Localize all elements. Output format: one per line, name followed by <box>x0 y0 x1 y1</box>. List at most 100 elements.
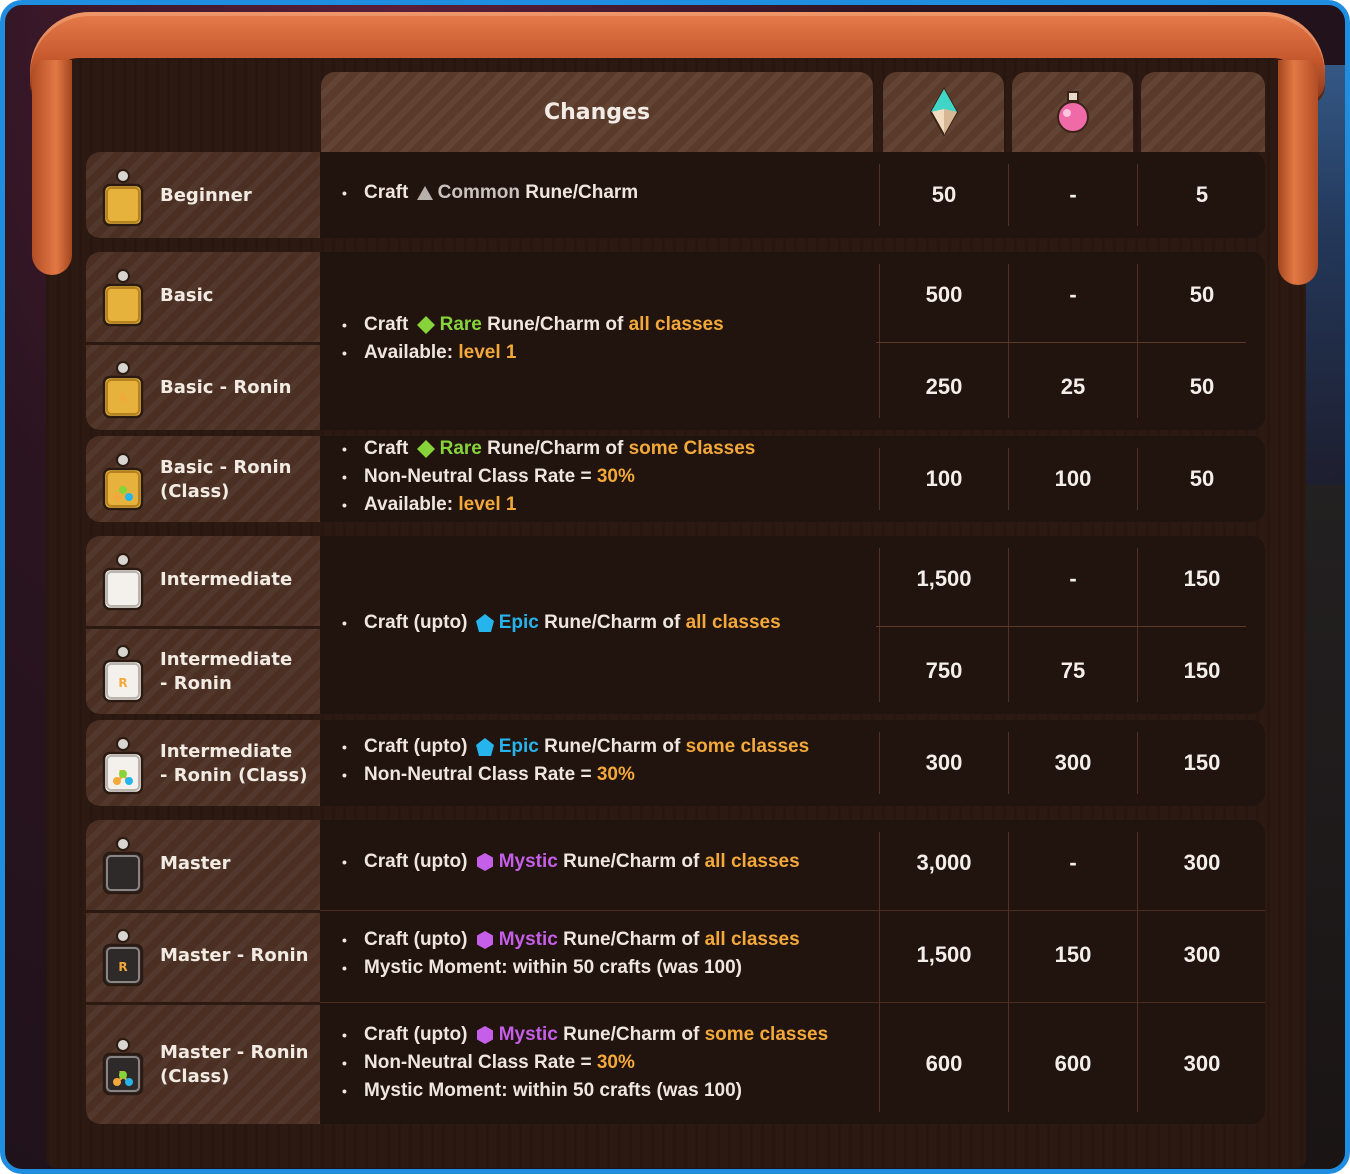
potion-cost: - <box>1069 182 1077 207</box>
pink-potion-icon <box>1056 91 1089 133</box>
change-text: 30% <box>596 764 635 785</box>
gem-cost: 1,500 <box>916 942 972 967</box>
change-text: Rune/Charm <box>519 182 639 203</box>
rank-section: R Intermediate - Ronin (Class) 300 300 150 Cr… <box>86 720 1265 806</box>
change-text: Craft <box>364 314 414 335</box>
change-text: Common <box>437 182 520 203</box>
gem-cost: 500 <box>925 282 963 307</box>
change-item: Craft (upto) Mystic Rune/Charm of some c… <box>342 1021 828 1049</box>
change-text: 30% <box>596 466 635 487</box>
potion-cost: - <box>1069 566 1077 591</box>
rank-divider <box>86 626 320 629</box>
change-item: Craft Rare Rune/Charm of all classes <box>342 311 724 339</box>
change-item: Non-Neutral Class Rate = 30% <box>342 761 809 789</box>
rank-divider <box>86 1002 320 1005</box>
change-text: Craft (upto) <box>364 851 473 872</box>
rank-row-label: R Intermediate - Ronin (Class) <box>86 720 320 806</box>
change-text: Rare <box>439 438 482 459</box>
change-item: Mystic Moment: within 50 crafts (was 100… <box>342 1077 828 1105</box>
exp-value: 50 <box>1189 374 1215 399</box>
rare-rarity-icon <box>416 439 435 458</box>
change-text: Epic <box>498 612 539 633</box>
exp-value: 150 <box>1183 566 1221 591</box>
changes-list: Craft Rare Rune/Charm of some ClassesNon… <box>342 436 755 519</box>
mystic-rarity-icon <box>476 852 493 871</box>
change-text: Epic <box>498 736 539 757</box>
rank-name: Basic - Ronin (Class) <box>160 457 292 502</box>
changes-list: Craft (upto) Epic Rune/Charm of some cla… <box>342 733 809 789</box>
rank-name: Intermediate - Ronin (Class) <box>160 741 308 786</box>
potion-cost: 100 <box>1054 466 1092 491</box>
change-item: Craft (upto) Epic Rune/Charm of some cla… <box>342 733 809 761</box>
rank-badge-icon: R <box>98 359 148 421</box>
rank-name: Basic - Ronin <box>160 377 292 398</box>
epic-rarity-icon <box>475 737 494 756</box>
rank-badge-icon <box>98 551 148 613</box>
change-text: Mystic Moment: within 50 crafts (was 100… <box>364 1080 742 1101</box>
rank-divider <box>86 910 320 913</box>
changes-list: Craft (upto) Mystic Rune/Charm of all cl… <box>342 926 800 982</box>
rank-badge-icon <box>98 267 148 329</box>
rank-section: Intermediate 1,500 - 150 R Intermediate - Ron… <box>86 536 1265 714</box>
change-text: Craft (upto) <box>364 1024 473 1045</box>
potion-cost: 150 <box>1054 942 1092 967</box>
header-exp-column <box>1141 72 1265 152</box>
rank-badge-icon: R <box>98 643 148 705</box>
rank-row-label: R Master - Ronin (Class) <box>86 1004 320 1124</box>
change-text: Craft (upto) <box>364 612 473 633</box>
change-text: some Classes <box>628 438 756 459</box>
change-item: Mystic Moment: within 50 crafts (was 100… <box>342 954 800 982</box>
rank-section: R Basic - Ronin (Class) 100 100 50 Craft Rare… <box>86 436 1265 522</box>
svg-text:R: R <box>118 676 127 690</box>
mystic-rarity-icon <box>476 930 493 949</box>
change-text: Craft (upto) <box>364 929 473 950</box>
change-text: Mystic Moment: within 50 crafts (was 100… <box>364 957 742 978</box>
rank-badge-icon: R <box>98 735 148 797</box>
value-row-divider <box>876 342 1246 343</box>
change-text: Available: <box>364 494 459 515</box>
change-text: some classes <box>704 1024 829 1045</box>
header-potion-column <box>1012 72 1133 152</box>
rank-row-label: R Master - Ronin <box>86 912 320 1004</box>
change-item: Craft (upto) Epic Rune/Charm of all clas… <box>342 609 781 637</box>
change-text: Non-Neutral Class Rate = <box>364 764 597 785</box>
change-item: Craft (upto) Mystic Rune/Charm of all cl… <box>342 848 800 876</box>
svg-text:R: R <box>118 392 127 406</box>
rank-divider <box>86 342 320 345</box>
change-text: Rune/Charm of <box>481 438 629 459</box>
change-text: level 1 <box>458 494 517 515</box>
potion-cost: - <box>1069 282 1077 307</box>
gem-cost: 1,500 <box>916 566 972 591</box>
change-text: all classes <box>704 851 800 872</box>
change-text: Rare <box>439 314 482 335</box>
rank-name: Master - Ronin <box>160 945 309 966</box>
gem-cost: 100 <box>925 466 963 491</box>
change-item: Craft Common Rune/Charm <box>342 179 638 207</box>
header-changes: Changes <box>321 72 873 152</box>
exp-value: 300 <box>1183 942 1221 967</box>
rank-row-label: Beginner <box>86 152 320 238</box>
potion-cost: - <box>1069 850 1077 875</box>
rank-name: Intermediate - Ronin <box>160 649 293 694</box>
change-text: Non-Neutral Class Rate = <box>364 1052 597 1073</box>
gem-cost: 3,000 <box>916 850 972 875</box>
change-item: Non-Neutral Class Rate = 30% <box>342 463 755 491</box>
wooden-frame-left <box>32 60 72 275</box>
rank-row-label: R Intermediate - Ronin <box>86 628 320 714</box>
change-text: Non-Neutral Class Rate = <box>364 466 597 487</box>
change-text: 30% <box>596 1052 635 1073</box>
row-divider <box>320 1002 1265 1003</box>
changes-list: Craft (upto) Mystic Rune/Charm of all cl… <box>342 848 800 876</box>
rank-badge-icon: R <box>98 451 148 513</box>
potion-cost: 600 <box>1054 1051 1092 1076</box>
changes-list: Craft Common Rune/Charm <box>342 179 638 207</box>
changes-list: Craft (upto) Epic Rune/Charm of all clas… <box>342 609 781 637</box>
mystic-rarity-icon <box>476 1025 493 1044</box>
exp-value: 300 <box>1183 1051 1221 1076</box>
exp-value: 50 <box>1189 466 1215 491</box>
change-text: Rune/Charm of <box>557 1024 705 1045</box>
potion-cost: 75 <box>1060 658 1086 683</box>
exp-value: 50 <box>1189 282 1215 307</box>
change-text: all classes <box>628 314 724 335</box>
rank-row-label: Intermediate <box>86 536 320 628</box>
